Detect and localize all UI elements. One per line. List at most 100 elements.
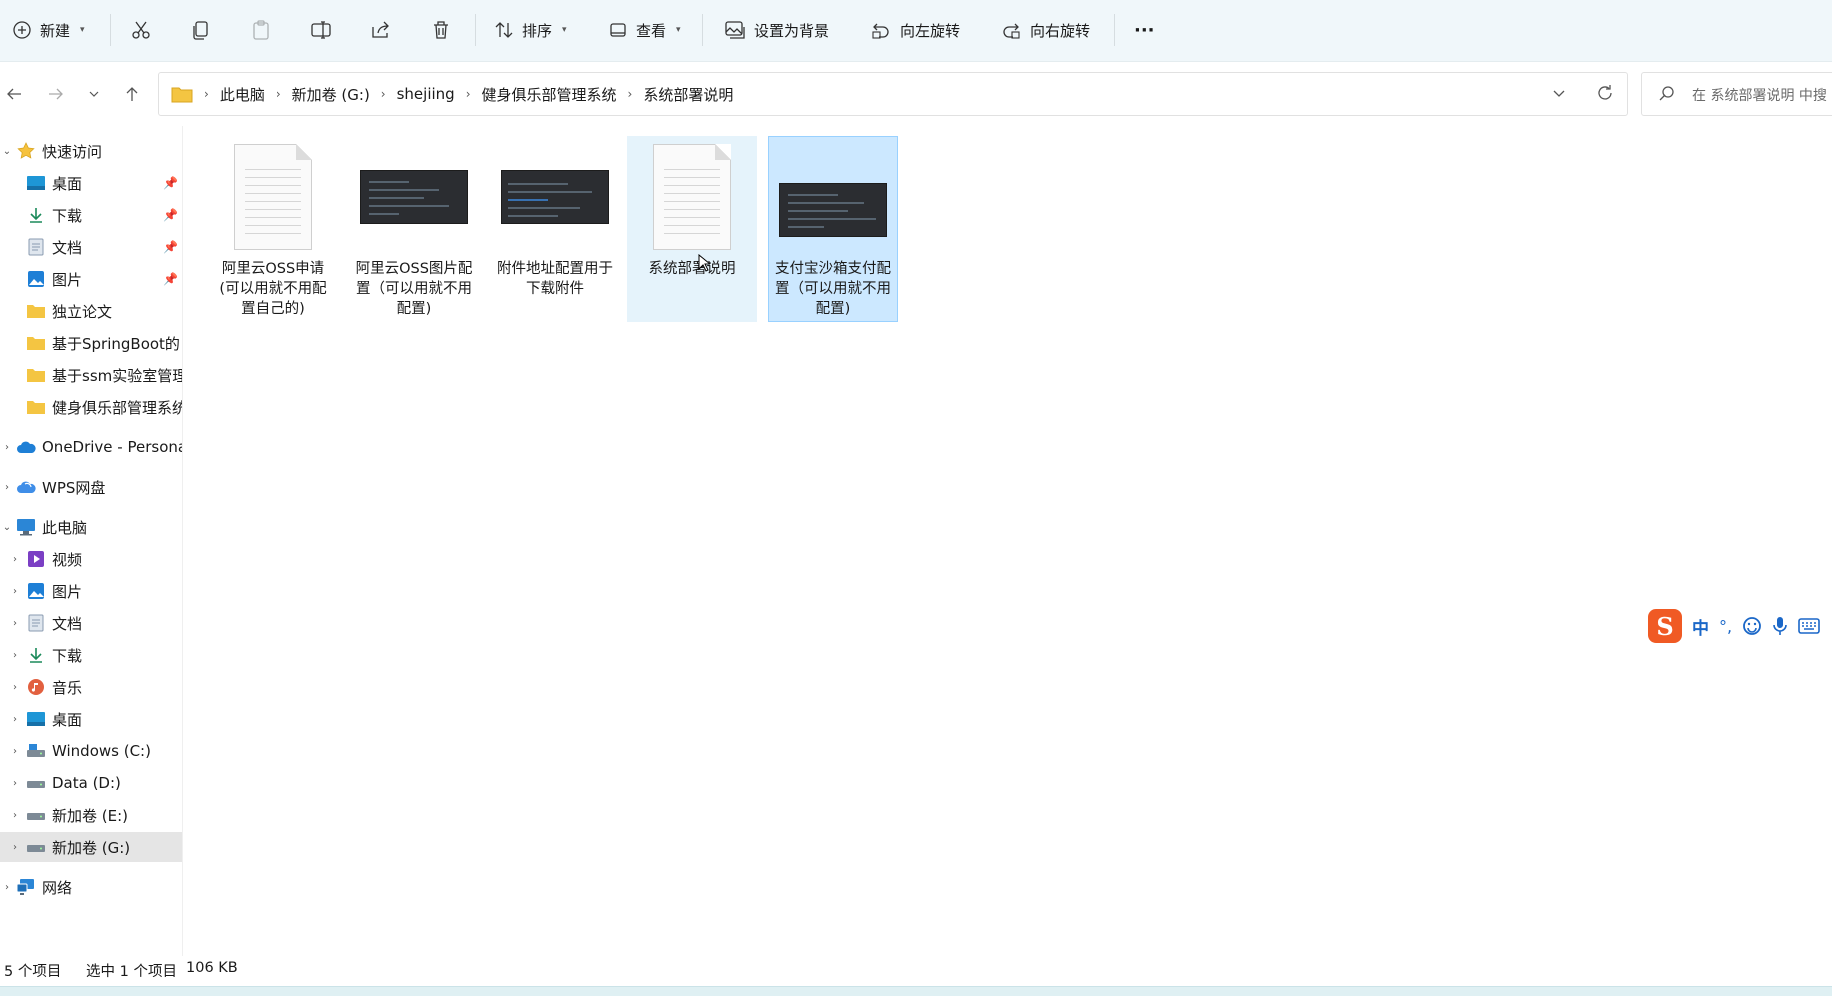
drive-icon [26,837,46,857]
cut-button[interactable] [130,12,152,48]
sort-button[interactable]: 排序 ▾ [494,12,567,48]
expand-chevron-icon[interactable]: › [10,586,20,597]
image-thumbnail [769,137,897,257]
rotate-right-icon [1003,23,1020,39]
file-item[interactable]: 阿里云OSS图片配置（可以用就不用配置) [349,136,479,322]
share-button[interactable] [370,12,392,48]
view-button[interactable]: 查看 ▾ [608,12,681,48]
paste-button[interactable] [250,12,272,48]
more-options-button[interactable]: ··· [1134,12,1155,48]
expand-chevron-icon[interactable]: › [10,650,20,661]
recent-locations-button[interactable] [80,80,108,108]
back-button[interactable] [0,80,28,108]
expand-chevron-icon[interactable]: › [10,714,20,725]
keyboard-icon[interactable] [1798,618,1820,634]
image-thumbnail [491,137,619,257]
folder-icon [26,397,46,417]
nav-item-pictures[interactable]: › 图片 [0,576,182,606]
nav-item-documents[interactable]: 文档 📌 [0,232,182,262]
file-item[interactable]: 阿里云OSS申请(可以用就不用配置自己的) [208,136,338,322]
breadcrumb-item[interactable]: 健身俱乐部管理系统 [476,84,623,105]
nav-item-drive-d[interactable]: › Data (D:) [0,768,182,798]
nav-item-folder[interactable]: 健身俱乐部管理系统 [0,392,182,422]
ime-toolbar[interactable]: S 中 °, [1648,608,1832,644]
document-icon [26,237,46,257]
nav-item-pictures[interactable]: 图片 📌 [0,264,182,294]
nav-item-folder[interactable]: 独立论文 [0,296,182,326]
expand-chevron-icon[interactable]: › [10,842,20,853]
nav-label: 图片 [52,270,83,289]
nav-onedrive[interactable]: › OneDrive - Persona [0,432,182,462]
refresh-button[interactable] [1595,83,1615,107]
breadcrumb-item[interactable]: shejiing [391,85,461,103]
ime-punct-toggle[interactable]: °, [1719,617,1732,636]
nav-this-pc[interactable]: ⌄ 此电脑 [0,512,182,542]
rotate-right-button[interactable]: 向右旋转 [1000,12,1090,48]
trash-icon [434,21,448,39]
expand-chevron-icon[interactable]: › [2,882,12,893]
file-name: 附件地址配置用于下载附件 [497,261,613,297]
address-bar[interactable]: › 此电脑 › 新加卷 (G:) › shejiing › 健身俱乐部管理系统 … [158,72,1628,116]
file-item[interactable]: 系统部署说明 [627,136,757,322]
nav-network[interactable]: › 网络 [0,872,182,902]
expand-chevron-icon[interactable]: › [10,554,20,565]
expand-chevron-icon[interactable]: › [10,682,20,693]
nav-item-videos[interactable]: › 视频 [0,544,182,574]
rotate-right-label: 向右旋转 [1030,21,1091,40]
collapse-chevron-icon[interactable]: ⌄ [2,522,12,533]
ime-mode-toggle[interactable]: 中 [1692,614,1709,639]
emoji-icon[interactable] [1742,616,1762,636]
new-label: 新建 [40,21,71,40]
microphone-icon[interactable] [1772,616,1788,636]
copy-button[interactable] [190,12,212,48]
search-input[interactable]: 在 系统部署说明 中搜 [1641,72,1832,116]
rotate-left-button[interactable]: 向左旋转 [870,12,960,48]
sogou-logo-icon[interactable]: S [1648,609,1682,643]
forward-button[interactable] [42,80,70,108]
expand-chevron-icon[interactable]: › [2,482,12,493]
pane-divider[interactable] [182,126,183,956]
music-icon [26,677,46,697]
selection-count: 选中 1 个项目 [86,964,177,980]
nav-item-downloads[interactable]: 下载 📌 [0,200,182,230]
delete-button[interactable] [430,12,452,48]
expand-chevron-icon[interactable]: › [10,746,20,757]
nav-item-downloads[interactable]: › 下载 [0,640,182,670]
expand-chevron-icon[interactable]: › [10,618,20,629]
toolbar-separator [1114,14,1115,46]
nav-label: 新加卷 (G:) [52,838,131,857]
breadcrumb-item[interactable]: 新加卷 (G:) [286,84,376,105]
up-button[interactable] [118,80,146,108]
nav-label: Windows (C:) [52,742,151,760]
cloud-icon [16,437,36,457]
expand-chevron-icon[interactable]: › [10,778,20,789]
set-background-button[interactable]: 设置为背景 [724,12,829,48]
breadcrumb-item[interactable]: 此电脑 [214,84,271,105]
file-item-selected[interactable]: 支付宝沙箱支付配置（可以用就不用配置) [768,136,898,322]
expand-chevron-icon[interactable]: › [10,810,20,821]
nav-item-music[interactable]: › 音乐 [0,672,182,702]
network-icon [16,877,36,897]
computer-icon [16,517,36,537]
nav-wps[interactable]: › WPS网盘 [0,472,182,502]
search-icon [1659,86,1674,101]
nav-item-folder[interactable]: 基于ssm实验室管理 [0,360,182,390]
nav-item-drive-e[interactable]: › 新加卷 (E:) [0,800,182,830]
refresh-icon [1598,85,1612,100]
nav-item-desktop[interactable]: 桌面 📌 [0,168,182,198]
new-button[interactable]: 新建 ▾ [12,12,85,48]
breadcrumb-item[interactable]: 系统部署说明 [637,84,739,105]
nav-quick-access[interactable]: ⌄ 快速访问 [0,136,182,166]
expand-chevron-icon[interactable]: › [2,442,12,453]
nav-label: 下载 [52,206,83,225]
address-history-button[interactable] [1551,85,1567,105]
rename-button[interactable] [310,12,332,48]
file-item[interactable]: 附件地址配置用于下载附件 [490,136,620,322]
nav-item-drive-g[interactable]: › 新加卷 (G:) [0,832,182,862]
file-list-view[interactable]: 阿里云OSS申请(可以用就不用配置自己的) 阿里云OSS图片配置（可以用就不用配… [184,126,1832,956]
nav-item-drive-c[interactable]: › Windows (C:) [0,736,182,766]
nav-item-desktop[interactable]: › 桌面 [0,704,182,734]
collapse-chevron-icon[interactable]: ⌄ [2,146,12,157]
nav-item-folder[interactable]: 基于SpringBoot的 [0,328,182,358]
nav-item-documents[interactable]: › 文档 [0,608,182,638]
